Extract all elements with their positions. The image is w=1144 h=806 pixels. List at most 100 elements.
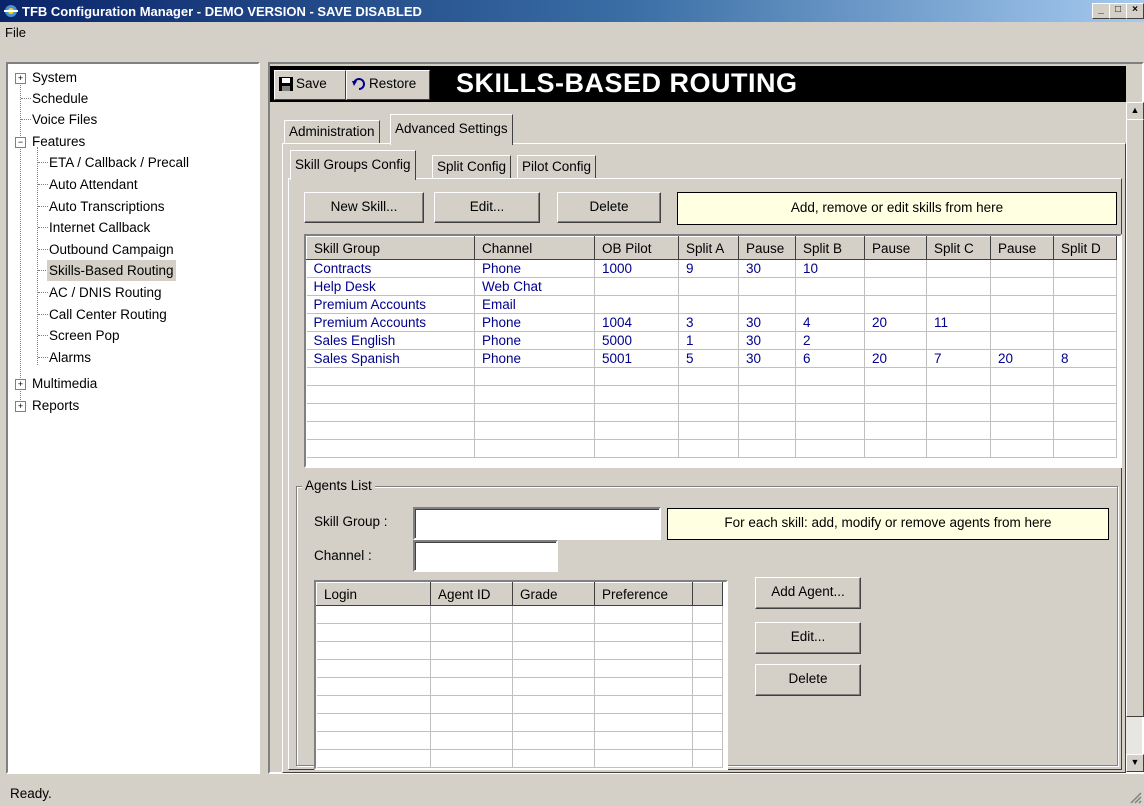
tab-split-config[interactable]: Split Config: [432, 155, 512, 179]
tab-advanced-settings[interactable]: Advanced Settings: [390, 114, 513, 145]
table-row[interactable]: [306, 439, 1117, 458]
table-row[interactable]: Premium Accounts Phone 1004 3 30 4 20 11: [306, 313, 1117, 332]
skills-column-header[interactable]: Split C: [926, 236, 991, 260]
table-cell: [316, 605, 431, 624]
tree-item-skills-based-routing[interactable]: Skills-Based Routing: [47, 260, 176, 281]
tree-item-call-center-routing[interactable]: Call Center Routing: [49, 304, 167, 325]
skills-column-header[interactable]: Pause: [990, 236, 1054, 260]
skills-column-header[interactable]: Split B: [795, 236, 865, 260]
table-cell: [990, 295, 1054, 314]
tree-item-outbound-campaign[interactable]: Outbound Campaign: [49, 239, 174, 260]
tree-item-ac-dnis-routing[interactable]: AC / DNIS Routing: [49, 282, 162, 303]
table-cell: [316, 713, 431, 732]
channel-field[interactable]: [413, 540, 558, 572]
tree-item-multimedia[interactable]: Multimedia: [32, 373, 97, 394]
agents-column-header[interactable]: Preference: [594, 582, 693, 606]
skills-column-header[interactable]: OB Pilot: [594, 236, 679, 260]
skill-group-field[interactable]: [413, 507, 661, 540]
scroll-down-icon[interactable]: ▼: [1126, 754, 1144, 772]
table-cell: [594, 295, 679, 314]
save-button[interactable]: Save: [274, 70, 346, 100]
table-row[interactable]: [306, 367, 1117, 386]
table-row[interactable]: Sales English Phone 5000 1 30 2: [306, 331, 1117, 350]
table-row[interactable]: [316, 659, 723, 678]
skills-column-header[interactable]: Pause: [738, 236, 796, 260]
agents-column-header[interactable]: Login: [316, 582, 431, 606]
table-row[interactable]: [316, 695, 723, 714]
restore-button[interactable]: Restore: [346, 70, 430, 100]
table-cell: [594, 403, 679, 422]
table-cell: [594, 677, 693, 696]
table-row[interactable]: Help Desk Web Chat: [306, 277, 1117, 296]
table-cell: [594, 623, 693, 642]
table-row[interactable]: Contracts Phone 1000 9 30 10: [306, 259, 1117, 278]
table-row[interactable]: Sales Spanish Phone 5001 5 30 6 20 7 20 8: [306, 349, 1117, 368]
table-cell: 30: [738, 313, 796, 332]
table-row[interactable]: [306, 403, 1117, 422]
table-row[interactable]: Premium Accounts Email: [306, 295, 1117, 314]
skills-grid[interactable]: Skill Group Channel OB Pilot Split A Pause Sp…: [304, 234, 1122, 468]
table-cell: [926, 331, 991, 350]
navigation-tree[interactable]: + System Schedule Voice Files − Features…: [6, 62, 260, 774]
edit-skill-button[interactable]: Edit...: [434, 192, 540, 223]
tab-administration[interactable]: Administration: [284, 120, 380, 144]
expand-reports-icon[interactable]: +: [15, 401, 26, 412]
scroll-up-icon[interactable]: ▲: [1126, 102, 1144, 120]
agents-column-header[interactable]: Grade: [512, 582, 595, 606]
table-cell: 9: [678, 259, 739, 278]
tree-item-eta-callback[interactable]: ETA / Callback / Precall: [49, 152, 189, 173]
table-cell: [512, 731, 595, 750]
add-agent-button[interactable]: Add Agent...: [755, 577, 861, 609]
maximize-button[interactable]: □: [1109, 3, 1127, 19]
tree-item-schedule[interactable]: Schedule: [32, 88, 88, 109]
resize-grip-icon[interactable]: [1128, 790, 1142, 804]
tree-item-auto-attendant[interactable]: Auto Attendant: [49, 174, 138, 195]
delete-skill-button[interactable]: Delete: [557, 192, 661, 223]
skills-column-header[interactable]: Channel: [474, 236, 595, 260]
tab-pilot-config[interactable]: Pilot Config: [517, 155, 597, 179]
collapse-features-icon[interactable]: −: [15, 137, 26, 148]
title-bar[interactable]: TFB Configuration Manager - DEMO VERSION…: [0, 0, 1144, 22]
vertical-scrollbar[interactable]: ▲ ▼: [1126, 102, 1144, 772]
skills-column-header[interactable]: Pause: [864, 236, 927, 260]
table-row[interactable]: [316, 731, 723, 750]
restore-label: Restore: [369, 76, 417, 91]
tree-item-reports[interactable]: Reports: [32, 395, 79, 416]
tree-item-auto-transcriptions[interactable]: Auto Transcriptions: [49, 196, 165, 217]
table-cell: [926, 295, 991, 314]
table-cell: [692, 605, 723, 624]
tree-item-alarms[interactable]: Alarms: [49, 347, 91, 368]
table-row[interactable]: [316, 713, 723, 732]
table-row[interactable]: [316, 623, 723, 642]
skills-column-header[interactable]: Skill Group: [306, 236, 475, 260]
tree-item-features[interactable]: Features: [32, 131, 85, 152]
table-row[interactable]: [316, 677, 723, 696]
menu-file[interactable]: File: [5, 25, 26, 40]
new-skill-button[interactable]: New Skill...: [304, 192, 424, 223]
table-row[interactable]: [316, 605, 723, 624]
scroll-thumb[interactable]: [1126, 119, 1144, 717]
tree-item-screen-pop[interactable]: Screen Pop: [49, 325, 120, 346]
skills-column-header[interactable]: Split D: [1053, 236, 1117, 260]
tree-item-voice-files[interactable]: Voice Files: [32, 109, 97, 130]
agents-column-header[interactable]: Agent ID: [430, 582, 513, 606]
table-row[interactable]: [306, 385, 1117, 404]
tree-item-system[interactable]: System: [32, 67, 77, 88]
table-row[interactable]: [316, 641, 723, 660]
close-button[interactable]: ×: [1126, 3, 1144, 19]
agents-column-header[interactable]: [692, 582, 723, 606]
skills-column-header[interactable]: Split A: [678, 236, 739, 260]
table-cell: [990, 367, 1054, 386]
expand-multimedia-icon[interactable]: +: [15, 379, 26, 390]
edit-agent-button[interactable]: Edit...: [755, 622, 861, 654]
tab-skill-groups-config[interactable]: Skill Groups Config: [290, 150, 416, 180]
table-row[interactable]: [306, 421, 1117, 440]
expand-system-icon[interactable]: +: [15, 73, 26, 84]
delete-agent-button[interactable]: Delete: [755, 664, 861, 696]
minimize-button[interactable]: _: [1092, 3, 1110, 19]
table-cell: [926, 403, 991, 422]
table-cell: [594, 605, 693, 624]
table-row[interactable]: [316, 749, 723, 768]
agents-grid[interactable]: Login Agent ID Grade Preference: [314, 580, 728, 770]
tree-item-internet-callback[interactable]: Internet Callback: [49, 217, 150, 238]
